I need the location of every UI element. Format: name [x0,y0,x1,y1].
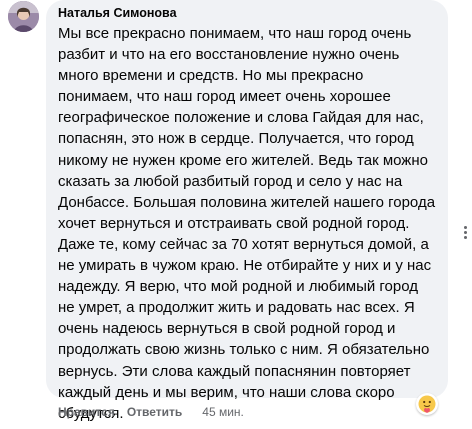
comment-text: Мы все прекрасно понимаем, что наш город… [58,25,436,422]
comment-bubble: Наталья Симонова Мы все прекрасно понима… [46,0,448,422]
comment-author[interactable]: Наталья Симонова [58,4,436,22]
comment-actions: Нравится Ответить 45 мин. [58,404,244,420]
comment-timestamp[interactable]: 45 мин. [202,405,244,419]
more-options-icon[interactable] [464,226,468,240]
like-button[interactable]: Нравится [58,405,115,419]
reply-button[interactable]: Ответить [127,405,182,419]
avatar[interactable] [8,1,39,32]
care-emoji-icon[interactable] [416,393,438,415]
